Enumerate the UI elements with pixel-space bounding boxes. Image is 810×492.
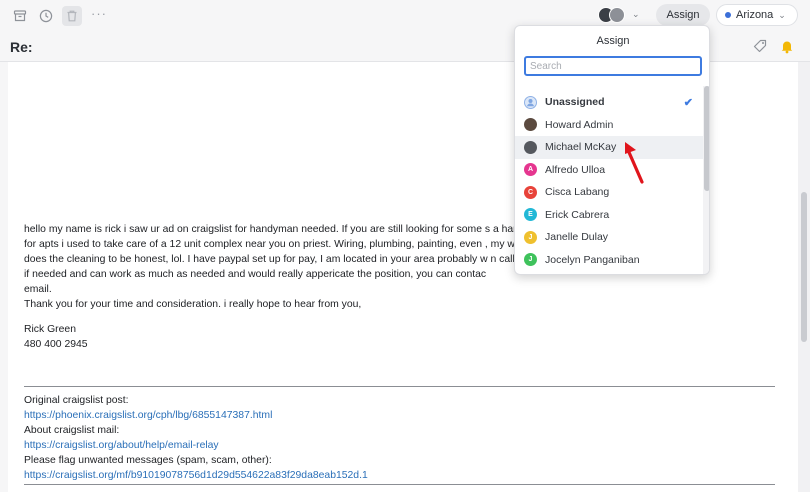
avatar: E — [524, 208, 537, 222]
bell-icon[interactable] — [779, 38, 795, 54]
check-icon: ✔ — [683, 97, 693, 109]
assignee-name: Michael McKay — [545, 141, 617, 154]
dropdown-scrollbar[interactable] — [703, 86, 709, 274]
avatar: A — [524, 163, 537, 177]
assign-dropdown: Assign Unassigned ✔ Howard Admin Michael… — [514, 25, 710, 275]
email-line: Thank you for your time and consideratio… — [24, 299, 362, 310]
divider — [24, 386, 775, 387]
assignee-item-howard-admin[interactable]: Howard Admin — [515, 114, 703, 137]
avatar — [524, 118, 537, 132]
flag-label: Please flag unwanted messages (spam, sca… — [24, 455, 272, 466]
avatar — [524, 140, 537, 154]
assignee-item-jocelyn-panganiban[interactable]: J Jocelyn Panganiban — [515, 249, 703, 272]
message-scrollbar[interactable] — [798, 62, 810, 492]
signature-name: Rick Green — [24, 324, 76, 335]
trash-icon[interactable] — [62, 6, 82, 26]
chevron-down-icon: ⌄ — [632, 9, 640, 19]
assignee-list: Unassigned ✔ Howard Admin Michael McKay … — [515, 91, 703, 271]
original-post-label: Original craigslist post: — [24, 395, 129, 406]
assignee-item-janelle-dulay[interactable]: J Janelle Dulay — [515, 226, 703, 249]
original-post-link[interactable]: https://phoenix.craigslist.org/cph/lbg/6… — [24, 408, 368, 423]
email-signature: Rick Green 480 400 2945 — [24, 322, 88, 352]
assignee-name: Alfredo Ulloa — [545, 163, 606, 176]
assignee-item-erick-cabrera[interactable]: E Erick Cabrera — [515, 204, 703, 227]
flag-link[interactable]: https://craigslist.org/mf/b91019078756d1… — [24, 468, 368, 483]
team-color-dot — [725, 12, 731, 18]
clock-icon[interactable] — [36, 6, 56, 26]
assignee-item-michael-mckay[interactable]: Michael McKay — [515, 136, 703, 159]
user-icon — [524, 95, 537, 109]
conversation-subject: Re: — [10, 39, 33, 55]
chevron-down-icon: ⌄ — [778, 9, 786, 20]
assignee-name: Howard Admin — [545, 118, 614, 131]
email-line: email. — [24, 284, 52, 295]
avatar — [524, 95, 537, 109]
assignee-name: Erick Cabrera — [545, 208, 610, 221]
dropdown-title: Assign — [596, 35, 630, 47]
assignee-search-input[interactable] — [524, 56, 702, 76]
assignee-item-unassigned[interactable]: Unassigned ✔ — [515, 91, 703, 114]
about-label: About craigslist mail: — [24, 425, 120, 436]
assignee-name: Jocelyn Panganiban — [545, 253, 640, 266]
assignee-name: Unassigned — [545, 96, 605, 109]
team-selector[interactable]: Arizona ⌄ — [716, 4, 798, 26]
archive-icon[interactable] — [10, 6, 30, 26]
assignee-item-alfredo-ulloa[interactable]: A Alfredo Ulloa — [515, 159, 703, 182]
about-link[interactable]: https://craigslist.org/about/help/email-… — [24, 438, 368, 453]
assign-button[interactable]: Assign — [656, 4, 710, 26]
more-icon[interactable]: ··· — [91, 6, 107, 21]
team-label: Arizona — [736, 9, 774, 21]
avatar — [609, 7, 625, 23]
craigslist-footer: Original craigslist post: https://phoeni… — [24, 393, 368, 483]
assignee-name: Janelle Dulay — [545, 231, 609, 244]
assignee-avatars[interactable]: ⌄ — [596, 4, 648, 26]
avatar: C — [524, 185, 537, 199]
assignee-name: Cisca Labang — [545, 186, 610, 199]
assignee-item-cisca-labang[interactable]: C Cisca Labang — [515, 181, 703, 204]
tag-icon[interactable] — [752, 38, 768, 54]
avatar: J — [524, 253, 537, 267]
red-arrow-icon — [625, 142, 644, 184]
signature-phone: 480 400 2945 — [24, 339, 88, 350]
divider — [24, 484, 775, 485]
avatar: J — [524, 230, 537, 244]
